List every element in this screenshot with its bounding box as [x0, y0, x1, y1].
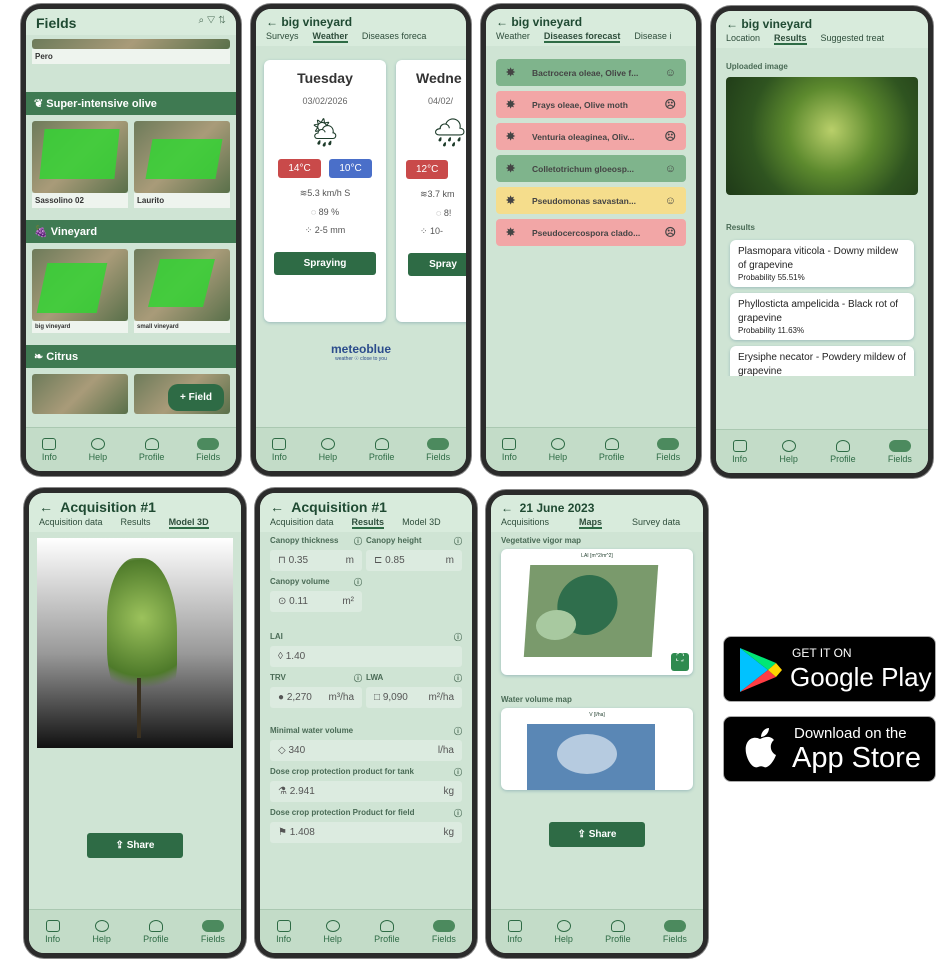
disease-item[interactable]: ✸ Prays oleae, Olive moth ☹	[496, 91, 686, 118]
disease-item[interactable]: ✸ Colletotrichum gloeosp... ☺	[496, 155, 686, 182]
phone-acquisition: ← Acquisition #1 Acquisition data Result…	[255, 488, 477, 958]
phone-fields: Fields ⌕ ▽ ⇅ Pero ❦ Super-intensive oliv…	[21, 4, 241, 476]
section-vineyard: 🍇 Vineyard	[26, 220, 236, 243]
google-play-badge[interactable]: GET IT ON Google Play	[723, 636, 936, 702]
bottom-nav: Info Help Profile Fields	[256, 427, 466, 471]
app-store-badge[interactable]: Download on the App Store	[723, 716, 936, 782]
bug-icon: ✸	[506, 99, 516, 111]
smile-icon: ☺	[664, 66, 676, 79]
tab-bar: Acquisition data Results Model 3D	[39, 517, 209, 529]
disease-item[interactable]: ✸ Bactrocera oleae, Olive f... ☺	[496, 59, 686, 86]
bug-icon: ✸	[506, 131, 516, 143]
expand-icon[interactable]: ⛶	[671, 653, 689, 671]
section-citrus: ❧ Citrus	[26, 345, 236, 368]
water-map[interactable]: V [l/ha]	[501, 708, 693, 790]
page-title: ← big vineyard	[726, 17, 813, 31]
bottom-nav: Info Help Profile Fields	[29, 909, 241, 953]
share-button[interactable]: ⇪ Share	[87, 833, 183, 858]
share-button[interactable]: ⇪ Share	[549, 822, 645, 847]
sad-icon: ☹	[664, 227, 676, 239]
search-filter-sort-icons[interactable]: ⌕ ▽ ⇅	[198, 15, 226, 31]
neutral-icon: ☺	[664, 194, 676, 207]
page-title: ← Acquisition #1	[270, 499, 387, 515]
nav-help[interactable]: Help	[89, 437, 107, 462]
bottom-nav: Info Help Profile Fields	[26, 427, 236, 471]
field-thumbnail[interactable]	[32, 39, 230, 49]
result-card[interactable]: Erysiphe necator - Powdery mildew of gra…	[730, 346, 914, 376]
tab-bar: Surveys Weather Diseases foreca	[266, 29, 456, 46]
page-title: ← Acquisition #1	[39, 499, 156, 515]
phone-model3d: ← Acquisition #1 Acquisition data Result…	[24, 488, 246, 958]
disease-item[interactable]: ✸ Pseudomonas savastan... ☺	[496, 187, 686, 214]
weather-day-card: Tuesday 03/02/2026 🌦 14°C 10°C ≋5.3 km/h…	[264, 60, 386, 322]
tab-bar: Acquisition data Results Model 3D	[270, 517, 441, 529]
leaf-image	[726, 77, 918, 195]
vigor-map[interactable]: LAI [m^2/m^2] ⛶	[501, 549, 693, 675]
field-card[interactable]: Laurito	[134, 121, 230, 208]
page-title: ← big vineyard	[496, 15, 583, 29]
sad-icon: ☹	[664, 99, 676, 111]
apple-logo-icon	[745, 728, 776, 768]
rain-sun-icon: 🌦	[307, 117, 343, 148]
phone-diseases: ← big vineyard Weather Diseases forecast…	[481, 4, 701, 476]
page-title: ← big vineyard	[266, 15, 353, 29]
bottom-nav: Info Help Profile Fields	[491, 909, 703, 953]
bug-icon: ✸	[506, 67, 516, 79]
disease-item[interactable]: ✸ Venturia oleaginea, Oliv... ☹	[496, 123, 686, 150]
tab-bar: Weather Diseases forecast Disease i	[496, 31, 672, 43]
phone-maps: ← 21 June 2023 Acquisitions Maps Survey …	[486, 490, 708, 958]
bottom-nav: Info Help Profile Fields	[260, 909, 472, 953]
meteoblue-logo: meteoblue weather ☉ close to you	[330, 342, 391, 362]
phone-results: ← big vineyard Location Results Suggeste…	[711, 6, 933, 478]
field-caption: Pero	[32, 49, 230, 64]
sad-icon: ☹	[664, 131, 676, 143]
bug-icon: ✸	[506, 163, 516, 175]
disease-item[interactable]: ✸ Pseudocercospora clado... ☹	[496, 219, 686, 246]
tab-bar: Acquisitions Maps Survey data	[501, 517, 681, 529]
nav-info[interactable]: Info	[42, 437, 57, 462]
page-title: Fields	[36, 15, 77, 31]
add-field-button[interactable]: + Field	[168, 384, 224, 411]
tab-weather[interactable]: Weather	[312, 31, 348, 43]
bottom-nav: Info Help Profile Fields	[486, 427, 696, 471]
bug-icon: ✸	[506, 195, 516, 207]
weather-day-card: Wedne 04/02/ 🌧 12°C ≋3.7 km ◌ 8! ⁘ 10- S…	[396, 60, 466, 322]
tab-diseases[interactable]: Diseases foreca	[362, 31, 427, 43]
page-title: ← 21 June 2023	[501, 501, 595, 515]
bottom-nav: Info Help Profile Fields	[716, 429, 928, 473]
spraying-button[interactable]: Spraying	[274, 252, 376, 275]
field-card[interactable]: Sassolino 02	[32, 121, 128, 208]
phone-weather: ← big vineyard Surveys Weather Diseases …	[251, 4, 471, 476]
tab-surveys[interactable]: Surveys	[266, 31, 299, 43]
field-card[interactable]: big vineyard	[32, 249, 128, 333]
google-play-icon	[740, 648, 782, 692]
model-3d-viewer[interactable]	[37, 538, 233, 748]
nav-profile[interactable]: Profile	[139, 437, 164, 462]
tab-bar: Location Results Suggested treat	[726, 33, 885, 45]
result-card[interactable]: Phyllosticta ampelicida - Black rot of g…	[730, 293, 914, 340]
field-card[interactable]: small vineyard	[134, 249, 230, 333]
smile-icon: ☺	[664, 162, 676, 175]
section-olive: ❦ Super-intensive olive	[26, 92, 236, 115]
bug-icon: ✸	[506, 227, 516, 239]
result-card[interactable]: Plasmopara viticola - Downy mildew of gr…	[730, 240, 914, 287]
nav-fields[interactable]: Fields	[196, 437, 220, 462]
